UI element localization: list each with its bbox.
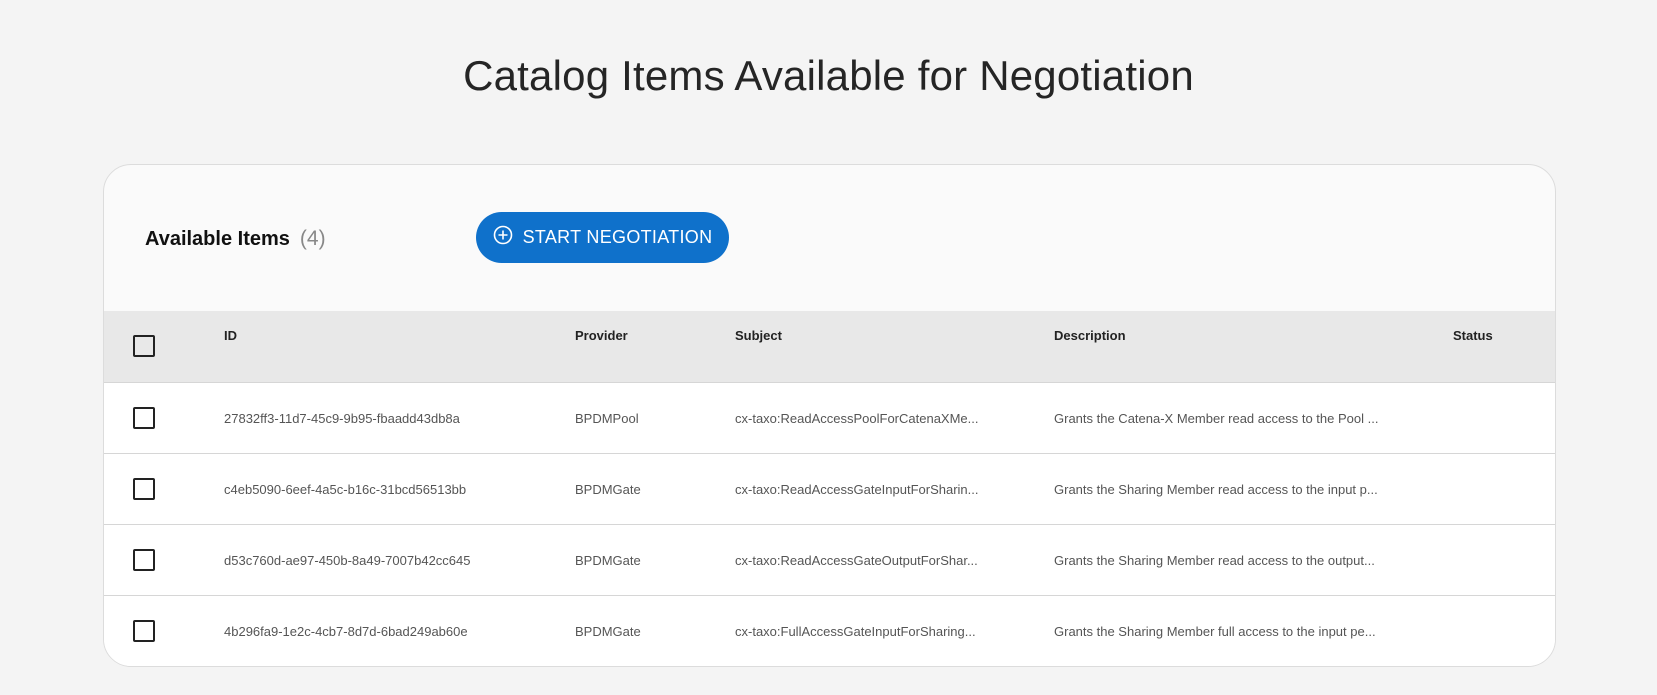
available-items-label: Available Items [145,228,290,250]
available-items-count: (4) [299,227,326,250]
row-checkbox[interactable] [133,549,155,571]
select-all-checkbox[interactable] [133,335,155,357]
cell-provider: BPDMGate [575,553,641,568]
column-header-id[interactable]: ID [224,328,237,343]
cell-subject: cx-taxo:ReadAccessGateInputForSharin... [735,482,979,497]
table-row[interactable]: c4eb5090-6eef-4a5c-b16c-31bcd56513bb BPD… [104,453,1555,524]
cell-description: Grants the Sharing Member read access to… [1054,482,1378,497]
table-row[interactable]: 4b296fa9-1e2c-4cb7-8d7d-6bad249ab60e BPD… [104,595,1555,666]
start-negotiation-button[interactable]: START NEGOTIATION [476,212,729,263]
page-title: Catalog Items Available for Negotiation [463,52,1194,99]
start-negotiation-label: START NEGOTIATION [522,227,713,247]
cell-description: Grants the Sharing Member read access to… [1054,553,1375,568]
cell-provider: BPDMGate [575,482,641,497]
cell-provider: BPDMGate [575,624,641,639]
row-checkbox[interactable] [133,620,155,642]
table-toolbar: Available Items (4) START NEGOTIATION [104,165,1555,311]
row-checkbox[interactable] [133,478,155,500]
cell-subject: cx-taxo:FullAccessGateInputForSharing... [735,624,976,639]
column-header-provider[interactable]: Provider [575,328,628,343]
cell-subject: cx-taxo:ReadAccessGateOutputForShar... [735,553,978,568]
catalog-items-card: Available Items (4) START NEGOTIATION ID… [103,164,1556,667]
cell-description: Grants the Catena-X Member read access t… [1054,411,1379,426]
cell-description: Grants the Sharing Member full access to… [1054,624,1376,639]
available-items-heading: Available Items (4) [145,227,326,251]
table-header-row: ID Provider Subject Description Status [104,311,1555,382]
cell-id: 4b296fa9-1e2c-4cb7-8d7d-6bad249ab60e [224,624,468,639]
cell-provider: BPDMPool [575,411,639,426]
cell-id: d53c760d-ae97-450b-8a49-7007b42cc645 [224,553,471,568]
table-row[interactable]: d53c760d-ae97-450b-8a49-7007b42cc645 BPD… [104,524,1555,595]
column-header-description[interactable]: Description [1054,328,1126,343]
column-header-subject[interactable]: Subject [735,328,782,343]
column-header-status[interactable]: Status [1453,328,1493,343]
catalog-items-table: ID Provider Subject Description Status 2… [104,311,1555,666]
cell-id: 27832ff3-11d7-45c9-9b95-fbaadd43db8a [224,411,460,426]
row-checkbox[interactable] [133,407,155,429]
cell-id: c4eb5090-6eef-4a5c-b16c-31bcd56513bb [224,482,467,497]
cell-subject: cx-taxo:ReadAccessPoolForCatenaXMe... [735,411,979,426]
add-circle-icon [493,225,513,250]
table-row[interactable]: 27832ff3-11d7-45c9-9b95-fbaadd43db8a BPD… [104,382,1555,453]
